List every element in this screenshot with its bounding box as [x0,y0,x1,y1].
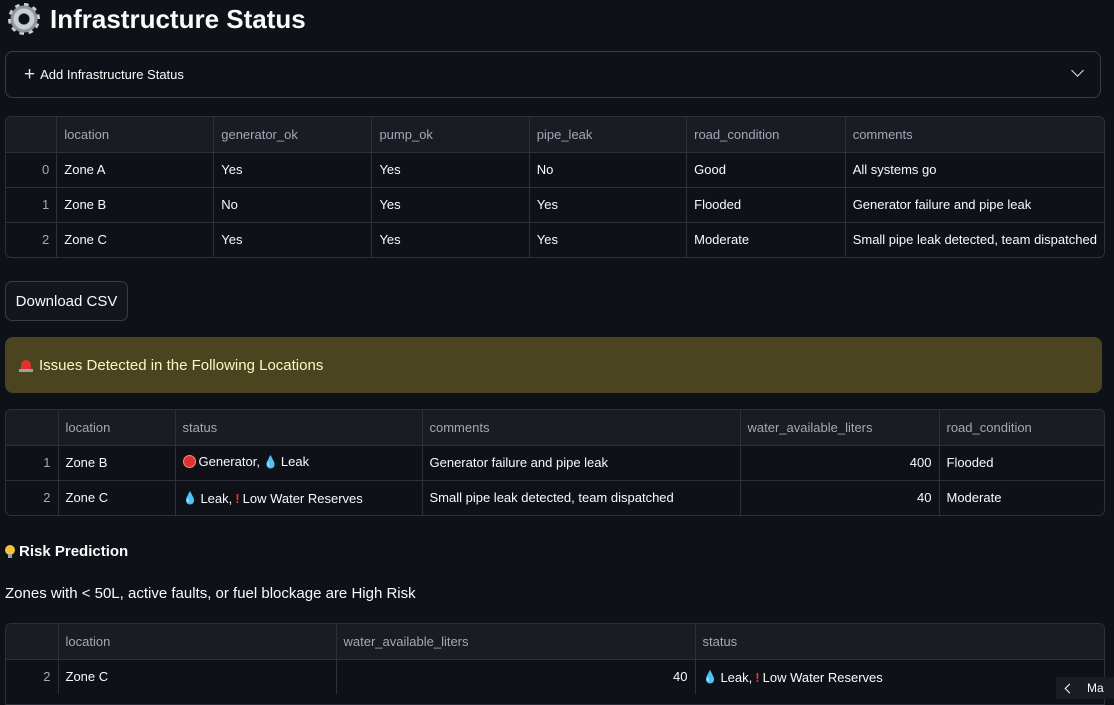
column-header-water-available-liters[interactable]: water_available_liters [740,410,940,446]
lightbulb-icon [5,544,15,559]
table-cell[interactable]: Generator failure and pipe leak [422,445,741,481]
row-index: 2 [6,480,59,515]
table-cell[interactable]: Yes [371,187,530,223]
table-row: 0 Zone A Yes Yes No Good All systems go [6,152,1104,188]
table-cell[interactable]: Moderate [939,480,1104,515]
row-index: 2 [6,659,59,694]
table-cell[interactable]: Zone C [58,659,337,694]
table-cell[interactable]: 40 [336,659,696,694]
table-cell[interactable]: No [213,187,373,223]
table-cell[interactable]: Moderate [686,222,846,257]
status-cell[interactable]: 💧 Leak, ! Low Water Reserves [695,659,1104,694]
column-header-index [6,410,59,446]
exclamation-icon: ! [755,669,760,685]
download-csv-button[interactable]: Download CSV [5,281,128,321]
page-title: Infrastructure Status [8,2,306,36]
column-header-location[interactable]: location [56,117,215,153]
status-text: Leak [280,454,310,469]
table-header-row: location generator_ok pump_ok pipe_leak … [6,117,1104,153]
table-row: 2 Zone C 40 💧 Leak, ! Low Water Reserves [6,659,1104,694]
chevron-left-icon[interactable] [1064,683,1075,693]
column-header-generator-ok[interactable]: generator_ok [213,117,373,153]
droplet-icon: 💧 [702,670,718,684]
table-cell[interactable]: Zone B [58,445,176,481]
gear-icon [8,3,40,35]
table-cell[interactable]: Zone B [56,187,215,223]
column-header-status[interactable]: status [175,410,423,446]
table-cell[interactable]: Yes [371,152,530,188]
status-text: Generator, [198,454,260,469]
infrastructure-table[interactable]: location generator_ok pump_ok pipe_leak … [5,116,1105,258]
table-header-row: location status comments water_available… [6,410,1104,446]
table-cell[interactable]: All systems go [845,152,1104,188]
red-circle-icon [182,455,196,468]
table-cell[interactable]: Generator failure and pipe leak [845,187,1104,223]
risk-heading-text: Risk Prediction [19,543,129,560]
page-nav[interactable]: Ma [1056,677,1114,699]
siren-icon [19,358,33,372]
status-text: Low Water Reserves [762,669,883,685]
risk-table[interactable]: location water_available_liters status 2… [5,623,1105,705]
status-text: Low Water Reserves [242,490,363,506]
table-row: 1 Zone B No Yes Yes Flooded Generator fa… [6,187,1104,223]
droplet-icon: 💧 [182,491,198,505]
column-header-water-available-liters[interactable]: water_available_liters [336,624,696,660]
issues-table[interactable]: location status comments water_available… [5,409,1105,516]
table-cell[interactable]: Zone A [56,152,215,188]
column-header-location[interactable]: location [58,624,337,660]
row-index: 2 [6,222,58,257]
column-header-index [6,117,58,153]
table-cell[interactable]: Yes [371,222,530,257]
nav-label: Ma [1087,681,1104,695]
column-header-pump-ok[interactable]: pump_ok [371,117,530,153]
risk-prediction-heading: Risk Prediction [5,543,128,560]
column-header-road-condition[interactable]: road_condition [686,117,846,153]
table-cell[interactable]: 40 [740,480,940,515]
table-cell[interactable]: Yes [213,152,373,188]
table-row: 2 Zone C Yes Yes Yes Moderate Small pipe… [6,222,1104,257]
status-text: Leak, [200,490,233,506]
table-cell[interactable]: No [529,152,688,188]
exclamation-icon: ! [235,490,240,506]
column-header-location[interactable]: location [58,410,176,446]
table-cell[interactable]: Small pipe leak detected, team dispatche… [845,222,1104,257]
table-cell[interactable]: Flooded [939,445,1104,481]
table-cell[interactable]: Small pipe leak detected, team dispatche… [422,480,741,515]
table-cell[interactable]: Zone C [58,480,176,515]
table-cell[interactable]: Good [686,152,846,188]
column-header-pipe-leak[interactable]: pipe_leak [529,117,688,153]
expander-label: Add Infrastructure Status [40,67,184,82]
chevron-down-icon [1071,64,1084,77]
alert-text: Issues Detected in the Following Locatio… [39,356,324,374]
droplet-icon: 💧 [262,454,278,469]
status-text: Leak, [720,669,753,685]
table-cell[interactable]: 400 [740,445,940,481]
page-title-text: Infrastructure Status [50,3,306,34]
row-index: 1 [6,445,59,481]
table-row: 1 Zone B Generator, 💧 Leak Generator fai… [6,445,1104,481]
table-header-row: location water_available_liters status [6,624,1104,660]
row-index: 1 [6,187,58,223]
table-cell[interactable]: Yes [529,222,688,257]
row-index: 0 [6,152,58,188]
table-cell[interactable]: Zone C [56,222,215,257]
status-cell[interactable]: 💧 Leak, ! Low Water Reserves [175,480,423,515]
column-header-status[interactable]: status [695,624,1104,660]
plus-icon: + [24,64,36,85]
table-cell[interactable]: Flooded [686,187,846,223]
column-header-road-condition[interactable]: road_condition [939,410,1104,446]
status-cell[interactable]: Generator, 💧 Leak [175,445,423,481]
column-header-index [6,624,59,660]
column-header-comments[interactable]: comments [845,117,1104,153]
table-cell[interactable]: Yes [529,187,688,223]
column-header-comments[interactable]: comments [422,410,741,446]
risk-caption: Zones with < 50L, active faults, or fuel… [5,585,416,602]
table-cell[interactable]: Yes [213,222,373,257]
issues-alert: Issues Detected in the Following Locatio… [5,337,1102,393]
table-row: 2 Zone C 💧 Leak, ! Low Water Reserves Sm… [6,480,1104,515]
add-infrastructure-expander[interactable]: + Add Infrastructure Status [5,51,1101,98]
